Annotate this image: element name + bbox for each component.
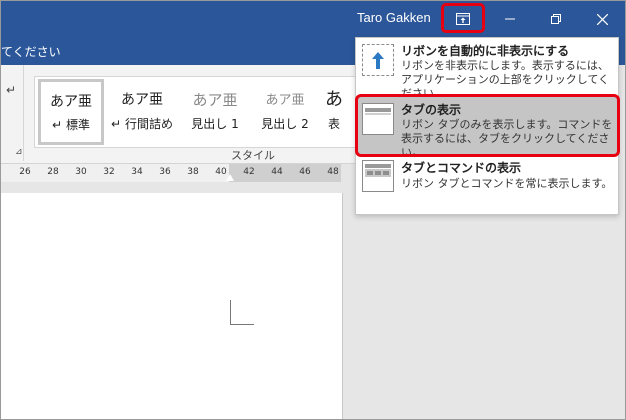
restore-icon	[551, 14, 561, 24]
ribbon: ↵ ⊿ あア亜 ↵ 標準 あア亜 ↵ 行間詰め あア亜 見出し 1 あア亜 見出…	[1, 65, 355, 164]
restore-button[interactable]	[533, 1, 579, 37]
menu-item-auto-hide-ribbon[interactable]: リボンを自動的に非表示にする リボンを非表示にします。表示するには、アプリケーシ…	[356, 38, 618, 100]
style-label: ↵ 標準	[52, 118, 90, 132]
word-window: Taro Gakken てください ↵ ⊿ あア亜 ↵ 標準 あア亜 ↵ 行間詰…	[0, 0, 626, 420]
minimize-button[interactable]	[487, 1, 533, 37]
user-name[interactable]: Taro Gakken	[357, 10, 431, 25]
style-label: 表	[327, 117, 340, 131]
ruler-number: 48	[327, 167, 339, 177]
menu-item-title: タブとコマンドの表示	[401, 161, 522, 175]
close-button[interactable]	[579, 1, 625, 37]
paragraph-mark-icon[interactable]: ↵	[6, 83, 16, 97]
style-no-spacing[interactable]: あア亜 ↵ 行間詰め	[107, 77, 177, 145]
ruler-number: 38	[187, 167, 199, 177]
right-indent-marker[interactable]	[226, 174, 234, 181]
style-label: 見出し 2	[261, 117, 309, 131]
horizontal-ruler[interactable]: 26 28 30 32 34 36 38 40 42 44 46 48	[1, 164, 341, 182]
highlight-ribbon-options	[441, 3, 485, 33]
ruler-number: 28	[47, 167, 59, 177]
ruler-number: 30	[75, 167, 87, 177]
tell-me-box[interactable]: てください	[1, 43, 61, 60]
paragraph-dialog-launcher-icon[interactable]: ⊿	[15, 147, 23, 157]
paragraph-mark: ↵	[111, 117, 122, 131]
show-tabs-and-commands-icon	[362, 160, 394, 192]
close-icon	[596, 13, 608, 25]
highlight-show-tabs	[355, 94, 620, 157]
style-heading-2[interactable]: あア亜 見出し 2	[250, 77, 320, 145]
style-sample: あア亜	[192, 91, 238, 109]
menu-item-description: リボン タブとコマンドを常に表示します。	[401, 177, 613, 190]
style-sample: あア亜	[121, 92, 163, 108]
ribbon-separator	[23, 65, 24, 161]
ruler-number: 46	[299, 167, 311, 177]
crop-mark	[230, 324, 254, 325]
style-sample: あ	[325, 89, 343, 110]
menu-item-title: リボンを自動的に非表示にする	[401, 44, 570, 58]
style-sample: あア亜	[50, 94, 92, 110]
ruler-number: 34	[131, 167, 143, 177]
menu-item-show-tabs-and-commands[interactable]: タブとコマンドの表示 リボン タブとコマンドを常に表示します。	[356, 156, 618, 212]
ruler-number: 26	[19, 167, 31, 177]
style-sample: あア亜	[265, 93, 305, 108]
styles-gallery: あア亜 ↵ 標準 あア亜 ↵ 行間詰め あア亜 見出し 1 あア亜 見出し 2 …	[34, 76, 355, 148]
ruler-number: 42	[243, 167, 255, 177]
crop-mark	[230, 300, 231, 324]
styles-group-label: スタイル	[231, 149, 275, 162]
style-label: ↵ 行間詰め	[111, 117, 173, 131]
title-bar: Taro Gakken	[1, 1, 625, 37]
ruler-number: 44	[271, 167, 283, 177]
auto-hide-ribbon-icon	[362, 44, 394, 76]
minimize-icon	[505, 18, 515, 20]
ruler-number: 32	[103, 167, 115, 177]
style-label: 見出し 1	[191, 117, 239, 131]
ruler-number: 36	[159, 167, 171, 177]
document-page[interactable]	[1, 193, 343, 419]
paragraph-mark: ↵	[52, 118, 63, 132]
style-normal[interactable]: あア亜 ↵ 標準	[38, 79, 104, 145]
style-title[interactable]: あ 表	[313, 77, 355, 145]
style-heading-1[interactable]: あア亜 見出し 1	[180, 77, 250, 145]
